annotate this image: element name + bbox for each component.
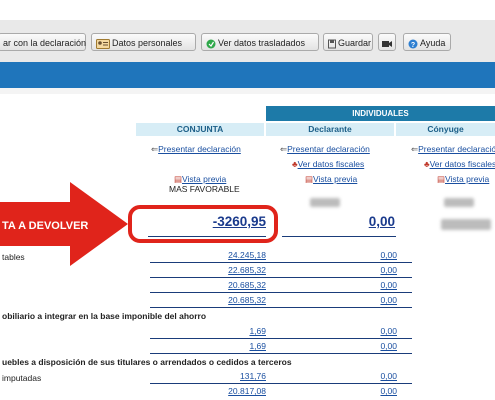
preview-declarante-link[interactable]: ▤Vista previa [305,169,357,187]
row-divider [150,292,412,293]
preview-conyuge-label: Vista previa [445,174,490,184]
row-conjunta-value[interactable]: 1,69 [150,341,266,351]
person-card-icon [96,38,110,49]
fiscal-conyuge-label: Ver datos fiscales [429,159,495,169]
camera-button[interactable] [378,33,396,51]
save-label: Guardar [338,38,372,48]
row-declarante-value[interactable]: 0,00 [330,295,397,305]
header-separator [0,88,495,94]
row-divider [150,338,412,339]
preview-declarante-label: Vista previa [313,174,358,184]
row-label: imputadas [2,373,42,383]
section-title: uebles a disposición de sus titulares o … [2,357,292,367]
row-conjunta-value[interactable]: 1,69 [150,326,266,336]
window-top [0,0,495,20]
favorable-note: MAS FAVORABLE [169,184,240,194]
redacted-value [444,198,474,207]
column-conyuge-header: Cónyuge [396,123,495,136]
personal-data-button[interactable]: Datos personales [91,33,196,51]
present-conyuge-label: Presentar declaración [418,144,495,154]
result-declarante-value[interactable]: 0,00 [320,214,395,229]
row-conjunta-value[interactable]: 131,76 [150,371,266,381]
header-band [0,62,495,88]
help-button[interactable]: ? Ayuda [403,33,451,51]
result-underline [282,236,396,237]
redacted-value [310,198,340,207]
pdf-icon: ▤ [305,174,314,184]
result-underline [148,236,266,237]
row-declarante-value[interactable]: 0,00 [330,250,397,260]
present-conjunta-link[interactable]: ⇐Presentar declaración [151,139,241,157]
personal-data-label: Datos personales [112,38,183,48]
send-declaration-button[interactable]: ar con la declaración [0,33,86,51]
row-conjunta-value[interactable]: 20.817,08 [150,386,266,396]
green-circle-icon [206,39,216,49]
preview-conjunta-label: Vista previa [182,174,227,184]
camera-icon [382,40,392,47]
row-conjunta-value[interactable]: 24.245,18 [150,250,266,260]
individuales-header: INDIVIDUALES [266,106,495,121]
row-declarante-value[interactable]: 0,00 [330,280,397,290]
pdf-icon: ▤ [174,174,183,184]
row-divider [150,262,412,263]
row-label: tables [2,252,25,262]
fiscal-declarante-label: Ver datos fiscales [297,159,365,169]
send-declaration-label: ar con la declaración [3,38,87,48]
present-declarante-label: Presentar declaración [287,144,370,154]
view-transferred-data-button[interactable]: Ver datos trasladados [201,33,319,51]
row-divider [150,383,412,384]
result-conjunta-value[interactable]: -3260,95 [196,214,266,229]
help-icon: ? [408,39,418,49]
section-title: obiliario a integrar en la base imponibl… [2,311,207,321]
row-declarante-value[interactable]: 0,00 [330,386,397,396]
pdf-icon: ▤ [437,174,446,184]
result-label: TA A DEVOLVER [2,220,88,232]
row-declarante-value[interactable]: 0,00 [330,326,397,336]
present-conjunta-label: Presentar declaración [158,144,241,154]
save-button[interactable]: Guardar [323,33,373,51]
redacted-value [441,219,491,230]
row-declarante-value[interactable]: 0,00 [330,371,397,381]
row-divider [150,277,412,278]
row-declarante-value[interactable]: 0,00 [330,341,397,351]
view-transferred-data-label: Ver datos trasladados [218,38,306,48]
preview-conyuge-link[interactable]: ▤Vista previa [437,169,489,187]
row-divider [150,353,412,354]
column-declarante-header: Declarante [266,123,394,136]
row-conjunta-value[interactable]: 20.685,32 [150,295,266,305]
svg-text:?: ? [411,42,415,49]
row-conjunta-value[interactable]: 20.685,32 [150,280,266,290]
column-conjunta-header: CONJUNTA [136,123,264,136]
row-conjunta-value[interactable]: 22.685,32 [150,265,266,275]
toolbar: ar con la declaración Datos personales V… [0,20,495,63]
help-label: Ayuda [420,38,446,48]
row-declarante-value[interactable]: 0,00 [330,265,397,275]
save-icon [328,39,336,49]
row-divider [150,307,412,308]
